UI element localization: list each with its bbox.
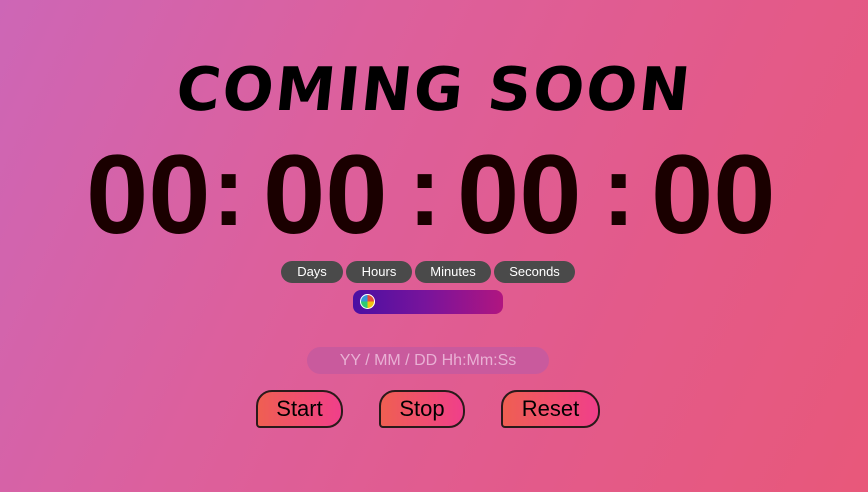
days-label: Days	[281, 261, 343, 283]
reset-button[interactable]: Reset	[501, 390, 600, 428]
unit-labels: Days Hours Minutes Seconds	[281, 261, 575, 283]
timer-separator: :	[212, 135, 246, 247]
date-time-input[interactable]	[307, 347, 549, 374]
hours-value: 00	[263, 132, 388, 257]
seconds-value: 00	[651, 132, 776, 257]
hours-label: Hours	[346, 261, 412, 283]
timer-separator: :	[408, 135, 442, 247]
seconds-label: Seconds	[494, 261, 575, 283]
page-title: COMING SOON	[172, 55, 696, 125]
minutes-value: 00	[457, 132, 582, 257]
minutes-label: Minutes	[415, 261, 491, 283]
color-wheel-icon[interactable]	[360, 294, 375, 309]
start-button[interactable]: Start	[256, 390, 343, 428]
countdown-timer: 00 : 00 : 00 : 00	[0, 135, 868, 255]
timer-separator: :	[602, 135, 636, 247]
stop-button[interactable]: Stop	[379, 390, 465, 428]
theme-toggle[interactable]	[353, 290, 503, 314]
days-value: 00	[86, 132, 211, 257]
